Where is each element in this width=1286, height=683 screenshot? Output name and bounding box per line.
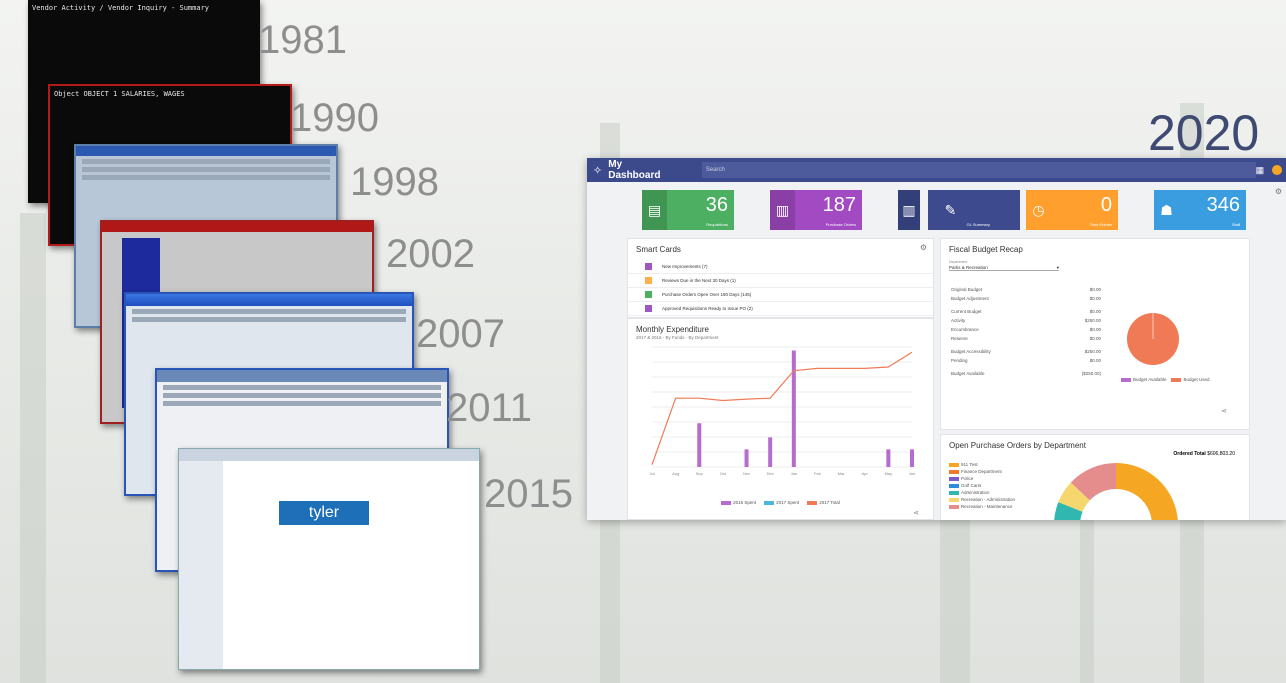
department-label: Department bbox=[949, 260, 968, 264]
summary-tiles: ▤ 36 Requisitions ▥ 187 Purchase Orders … bbox=[642, 190, 1248, 230]
year-2002: 2002 bbox=[386, 232, 475, 276]
x-tick-label: May bbox=[885, 471, 893, 476]
open-po-card: Open Purchase Orders by Department Order… bbox=[940, 434, 1250, 520]
tile-staff[interactable]: ☗ 346 Staff bbox=[1154, 190, 1246, 230]
x-tick-label: Jun bbox=[909, 471, 915, 476]
smart-card-item[interactable]: Reviews Due in the Next 30 Days (1) bbox=[628, 274, 933, 288]
monthly-expenditure-card: Monthly Expenditure 2017 & 2016 - By Fun… bbox=[627, 318, 934, 520]
share-icon[interactable]: ⋖ bbox=[913, 509, 919, 517]
x-tick-label: Mar bbox=[838, 471, 846, 476]
edit-icon: ✎ bbox=[944, 201, 957, 218]
line-2017-total bbox=[651, 351, 913, 465]
budget-pie bbox=[1127, 313, 1179, 365]
po-legend-item: Recreation - Administration bbox=[949, 496, 1015, 503]
terminal-text: Object OBJECT 1 SALARIES, WAGES bbox=[54, 90, 185, 98]
terminal-text: Vendor Activity / Vendor Inquiry - Summa… bbox=[32, 4, 210, 12]
bar-2016-spent bbox=[886, 449, 891, 467]
year-1990: 1990 bbox=[290, 96, 379, 140]
year-2020: 2020 bbox=[1148, 105, 1260, 161]
x-tick-label: Dec bbox=[767, 471, 774, 476]
x-tick-label: Apr bbox=[862, 471, 869, 476]
bar-chart-icon: ▥ bbox=[898, 190, 920, 230]
po-legend-item: Golf Carts bbox=[949, 482, 1015, 489]
search-input[interactable]: Search bbox=[701, 162, 1256, 178]
tile-time-entries[interactable]: ◷ 0 Time Entries bbox=[1026, 190, 1118, 230]
share-icon[interactable]: ⋖ bbox=[1221, 407, 1227, 415]
smart-cards-card: Smart Cards ⚙ New Improvements (7) Revie… bbox=[627, 238, 934, 318]
department-select[interactable]: Parks & Recreation ▾ bbox=[949, 265, 1059, 271]
bar-2016-spent bbox=[910, 449, 914, 467]
document-icon: ▥ bbox=[770, 190, 795, 230]
year-2007: 2007 bbox=[416, 312, 505, 356]
fiscal-rows: Original Budget $0.00 Budget Adjustment $0.… bbox=[941, 287, 1111, 380]
po-legend-item: Administration bbox=[949, 489, 1015, 496]
po-legend: 911 Test Finance Department Police Golf Car… bbox=[949, 461, 1015, 510]
bar-2016-spent bbox=[744, 449, 749, 467]
fiscal-budget-card: Fiscal Budget Recap Department Parks & R… bbox=[940, 238, 1250, 430]
tile-gl-chart[interactable]: ▥ bbox=[898, 190, 920, 230]
x-tick-label: Jul bbox=[649, 471, 654, 476]
clock-icon: ◷ bbox=[1032, 201, 1045, 218]
people-icon: ☗ bbox=[1160, 201, 1173, 218]
screenshot-2015: tyler bbox=[178, 448, 480, 670]
x-tick-label: Sep bbox=[696, 471, 704, 476]
fiscal-row: Budget Adjustment $0.00 bbox=[951, 296, 1101, 301]
fiscal-row: Reserve $0.00 bbox=[951, 336, 1101, 341]
apps-grid-icon[interactable]: ▦ bbox=[1256, 165, 1265, 176]
smart-card-item[interactable]: Approved Requisitions Ready to Issue PO … bbox=[628, 302, 933, 316]
dashboard-topbar: ✧ My Dashboard Search ▦ bbox=[587, 158, 1286, 182]
donut-slice bbox=[1116, 463, 1178, 520]
settings-gear-icon[interactable]: ⚙ bbox=[1275, 187, 1282, 196]
tile-gl-summary[interactable]: ✎ GL Summary bbox=[928, 190, 1020, 230]
x-tick-label: Jan bbox=[791, 471, 797, 476]
po-donut bbox=[1054, 463, 1178, 520]
tile-requisitions[interactable]: ▤ 36 Requisitions bbox=[642, 190, 734, 230]
smart-card-item[interactable]: Purchase Orders Open Over 180 Days (145) bbox=[628, 288, 933, 302]
clipboard-icon: ▤ bbox=[642, 190, 667, 230]
fiscal-row: Activity $250.00 bbox=[951, 318, 1101, 323]
year-1981: 1981 bbox=[258, 18, 347, 62]
fiscal-title: Fiscal Budget Recap bbox=[949, 245, 1023, 254]
fiscal-row: Pending $0.00 bbox=[951, 358, 1101, 363]
year-2011: 2011 bbox=[446, 386, 533, 430]
smart-cards-title: Smart Cards bbox=[636, 245, 681, 254]
dashboard-title: My Dashboard bbox=[608, 159, 661, 181]
x-tick-label: Aug bbox=[672, 471, 679, 476]
tile-purchase-orders[interactable]: ▥ 187 Purchase Orders bbox=[770, 190, 862, 230]
x-tick-label: Feb bbox=[814, 471, 822, 476]
chart-subtitle: 2017 & 2016 - By Funds - By Department bbox=[636, 335, 719, 340]
monthly-chart: Jul Aug Sep Oct Nov Dec Jan Feb Mar Apr May Jun bbox=[649, 346, 915, 476]
year-2015: 2015 bbox=[484, 472, 573, 516]
year-1998: 1998 bbox=[350, 160, 439, 204]
fiscal-row: Budget Accessibility $250.00 bbox=[951, 349, 1101, 354]
user-avatar[interactable] bbox=[1272, 165, 1282, 175]
logo-icon: ✧ bbox=[593, 164, 603, 177]
x-tick-label: Oct bbox=[720, 471, 727, 476]
pie-legend: Budget Available Budget Used bbox=[1121, 377, 1209, 382]
po-legend-item: Finance Department bbox=[949, 468, 1015, 475]
po-legend-item: 911 Test bbox=[949, 461, 1015, 468]
tyler-logo: tyler bbox=[279, 501, 369, 525]
smart-card-item[interactable]: New Improvements (7) bbox=[628, 260, 933, 274]
chart-legend: 2016 Spent 2017 Spent 2017 Total bbox=[628, 500, 933, 505]
settings-gear-icon[interactable]: ⚙ bbox=[920, 243, 927, 252]
bar-2016-spent bbox=[768, 437, 773, 467]
po-legend-item: Recreation - Maintenance bbox=[949, 503, 1015, 510]
fiscal-row: Budget Available ($250.00) bbox=[951, 371, 1101, 376]
fiscal-row: Encumbrance $0.00 bbox=[951, 327, 1101, 332]
dashboard-2020: ✧ My Dashboard Search ▦ ⚙ ▤ 36 Requisiti… bbox=[587, 158, 1286, 520]
chart-title: Monthly Expenditure bbox=[636, 325, 709, 334]
fiscal-row: Current Budget $0.00 bbox=[951, 309, 1101, 314]
bar-2016-spent bbox=[697, 423, 702, 467]
fiscal-row: Original Budget $0.00 bbox=[951, 287, 1101, 292]
bar-2016-spent bbox=[791, 350, 796, 467]
x-tick-label: Nov bbox=[743, 471, 750, 476]
po-legend-item: Police bbox=[949, 475, 1015, 482]
